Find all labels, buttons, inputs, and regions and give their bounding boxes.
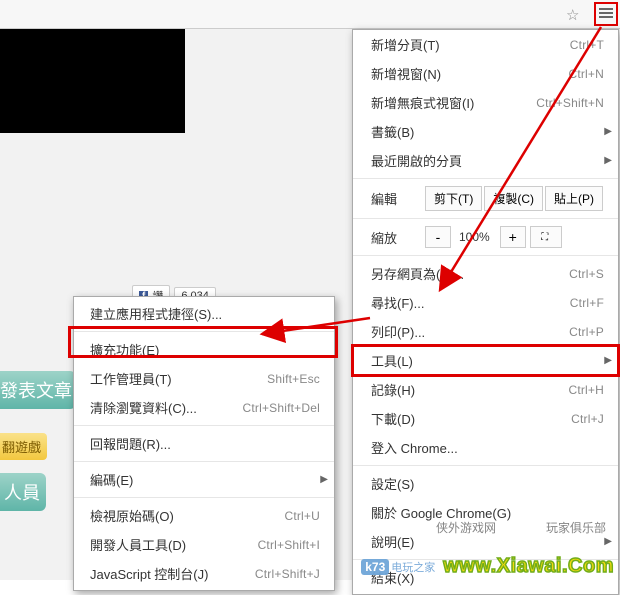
menu-item-label: 書籤(B) xyxy=(371,122,414,141)
shortcut: Ctrl+H xyxy=(568,383,604,397)
edit-label: 編輯 xyxy=(371,189,423,208)
chevron-right-icon: ▶ xyxy=(604,536,612,547)
menu-item-label: 回報問題(R)... xyxy=(90,434,171,453)
menu-tools[interactable]: 工具(L) ▶ xyxy=(353,346,618,375)
menu-item-label: 清除瀏覽資料(C)... xyxy=(90,398,197,417)
shortcut: Ctrl+Shift+I xyxy=(258,538,320,552)
xiawai-logo: www.Xiawai.Com xyxy=(443,555,614,578)
menu-item-label: 尋找(F)... xyxy=(371,293,424,312)
fullscreen-button[interactable]: ⛶ xyxy=(530,226,562,248)
separator xyxy=(74,497,334,498)
submenu-encoding[interactable]: 編碼(E) ▶ xyxy=(74,465,334,494)
separator xyxy=(353,255,618,256)
menu-item-label: 檢視原始碼(O) xyxy=(90,506,174,525)
paste-button[interactable]: 貼上(P) xyxy=(545,186,603,211)
submenu-js-console[interactable]: JavaScript 控制台(J) Ctrl+Shift+J xyxy=(74,559,334,588)
sidebar-games[interactable]: 翻遊戲 xyxy=(0,433,47,460)
menu-recent-tabs[interactable]: 最近開啟的分頁 ▶ xyxy=(353,146,618,175)
menu-item-label: 記錄(H) xyxy=(371,380,415,399)
zoom-out-button[interactable]: - xyxy=(425,226,451,248)
sidebar-staff[interactable]: 人員 xyxy=(0,473,46,511)
shortcut: Ctrl+N xyxy=(568,67,604,81)
watermark-text: 侠外游戏网 玩家俱乐部 xyxy=(436,519,606,536)
chrome-main-menu: 新增分頁(T) Ctrl+T 新增視窗(N) Ctrl+N 新增無痕式視窗(I)… xyxy=(352,29,619,595)
submenu-view-source[interactable]: 檢視原始碼(O) Ctrl+U xyxy=(74,501,334,530)
shortcut: Ctrl+Shift+J xyxy=(255,567,320,581)
shortcut: Shift+Esc xyxy=(267,372,320,386)
shortcut: Ctrl+S xyxy=(569,267,604,281)
menu-edit-row: 編輯 剪下(T) 複製(C) 貼上(P) xyxy=(353,182,618,215)
annotation-highlight-extensions xyxy=(68,326,338,358)
submenu-clear-data[interactable]: 清除瀏覽資料(C)... Ctrl+Shift+Del xyxy=(74,393,334,422)
hamburger-icon xyxy=(599,8,613,20)
menu-settings[interactable]: 設定(S) xyxy=(353,469,618,498)
menu-zoom-row: 縮放 - 100% + ⛶ xyxy=(353,222,618,252)
sidebar-post-article[interactable]: 發表文章 xyxy=(0,371,76,409)
menu-item-label: 列印(P)... xyxy=(371,322,425,341)
menu-item-label: 登入 Chrome... xyxy=(371,438,458,457)
menu-item-label: 新增無痕式視窗(I) xyxy=(371,93,474,112)
browser-toolbar: ☆ xyxy=(0,0,620,29)
zoom-label: 縮放 xyxy=(371,228,423,247)
menu-item-label: 說明(E) xyxy=(371,532,414,551)
menu-incognito[interactable]: 新增無痕式視窗(I) Ctrl+Shift+N xyxy=(353,88,618,117)
chevron-right-icon: ▶ xyxy=(604,155,612,166)
watermark-logo: k73 电玩之家 www.Xiawai.Com xyxy=(361,555,614,578)
shortcut: Ctrl+P xyxy=(569,325,604,339)
menu-save-as[interactable]: 另存網頁為(A)... Ctrl+S xyxy=(353,259,618,288)
menu-find[interactable]: 尋找(F)... Ctrl+F xyxy=(353,288,618,317)
menu-bookmarks[interactable]: 書籤(B) ▶ xyxy=(353,117,618,146)
copy-button[interactable]: 複製(C) xyxy=(484,186,543,211)
main-menu-button[interactable] xyxy=(594,2,618,26)
menu-item-label: 建立應用程式捷徑(S)... xyxy=(90,304,222,323)
submenu-report-issue[interactable]: 回報問題(R)... xyxy=(74,429,334,458)
menu-item-label: 下載(D) xyxy=(371,409,415,428)
cut-button[interactable]: 剪下(T) xyxy=(425,186,482,211)
menu-item-label: JavaScript 控制台(J) xyxy=(90,564,208,583)
menu-item-label: 新增視窗(N) xyxy=(371,64,441,83)
menu-item-label: 開發人員工具(D) xyxy=(90,535,186,554)
separator xyxy=(353,218,618,219)
separator xyxy=(74,461,334,462)
menu-print[interactable]: 列印(P)... Ctrl+P xyxy=(353,317,618,346)
menu-history[interactable]: 記錄(H) Ctrl+H xyxy=(353,375,618,404)
submenu-dev-tools[interactable]: 開發人員工具(D) Ctrl+Shift+I xyxy=(74,530,334,559)
shortcut: Ctrl+F xyxy=(570,296,604,310)
video-thumbnail xyxy=(0,29,185,133)
menu-signin[interactable]: 登入 Chrome... xyxy=(353,433,618,462)
shortcut: Ctrl+T xyxy=(570,38,604,52)
menu-new-window[interactable]: 新增視窗(N) Ctrl+N xyxy=(353,59,618,88)
submenu-create-shortcut[interactable]: 建立應用程式捷徑(S)... xyxy=(74,299,334,328)
separator xyxy=(353,178,618,179)
chevron-right-icon: ▶ xyxy=(604,126,612,137)
menu-item-label: 設定(S) xyxy=(371,474,414,493)
menu-item-label: 最近開啟的分頁 xyxy=(371,151,462,170)
menu-item-label: 編碼(E) xyxy=(90,470,133,489)
separator xyxy=(353,465,618,466)
chevron-right-icon: ▶ xyxy=(604,355,612,366)
k73-logo: k73 电玩之家 xyxy=(361,559,435,575)
shortcut: Ctrl+U xyxy=(284,509,320,523)
shortcut: Ctrl+J xyxy=(571,412,604,426)
bookmark-star-icon[interactable]: ☆ xyxy=(566,6,582,22)
shortcut: Ctrl+Shift+Del xyxy=(243,401,321,415)
menu-item-label: 另存網頁為(A)... xyxy=(371,264,464,283)
shortcut: Ctrl+Shift+N xyxy=(536,96,604,110)
submenu-task-manager[interactable]: 工作管理員(T) Shift+Esc xyxy=(74,364,334,393)
menu-item-label: 工作管理員(T) xyxy=(90,369,172,388)
zoom-in-button[interactable]: + xyxy=(500,226,526,248)
zoom-value: 100% xyxy=(451,230,498,244)
chevron-right-icon: ▶ xyxy=(320,474,328,485)
menu-item-label: 工具(L) xyxy=(371,351,413,370)
menu-new-tab[interactable]: 新增分頁(T) Ctrl+T xyxy=(353,30,618,59)
menu-downloads[interactable]: 下載(D) Ctrl+J xyxy=(353,404,618,433)
menu-item-label: 新增分頁(T) xyxy=(371,35,440,54)
separator xyxy=(74,425,334,426)
